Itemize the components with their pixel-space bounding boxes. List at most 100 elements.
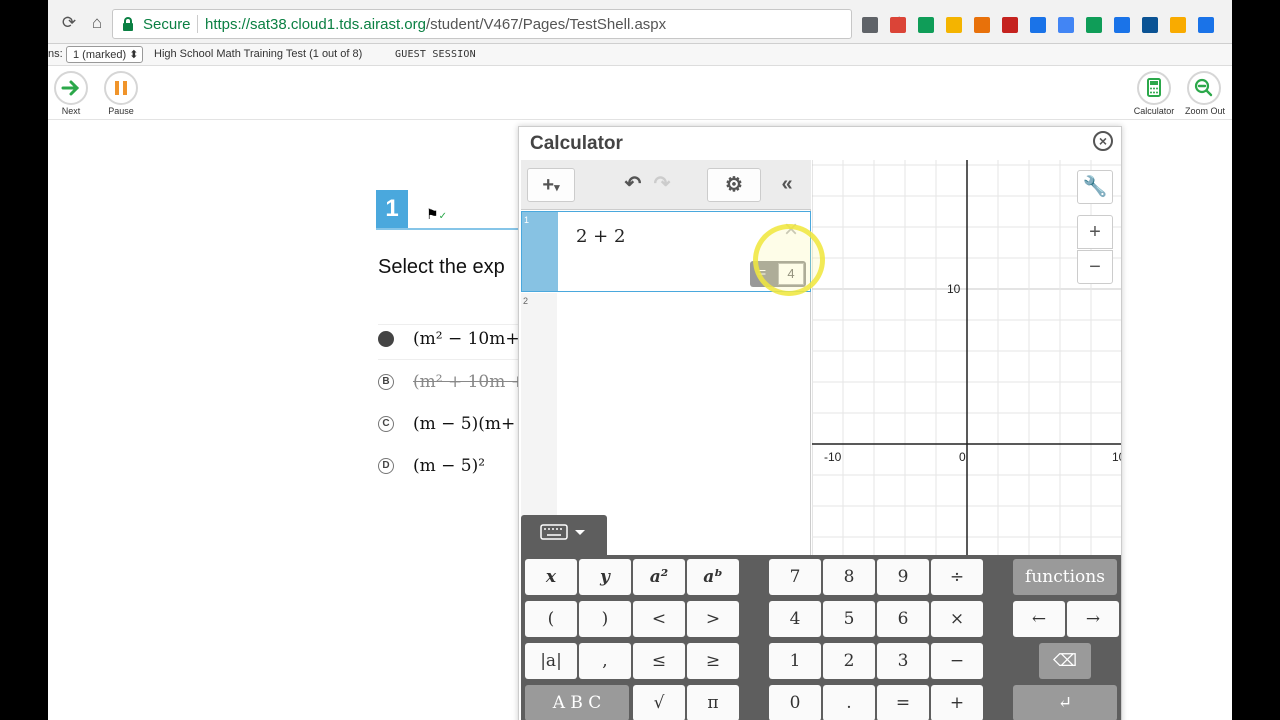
- keyboard-icon: [540, 524, 585, 540]
- option-radio[interactable]: B: [378, 374, 394, 390]
- key[interactable]: A B C: [525, 685, 629, 720]
- url-text: https://sat38.cloud1.tds.airast.org/stud…: [205, 16, 666, 33]
- key[interactable]: 0: [769, 685, 821, 720]
- x-tick-label: -10: [824, 450, 842, 464]
- question-select[interactable]: 1 (marked) ⬍: [66, 46, 143, 63]
- key[interactable]: x: [525, 559, 577, 595]
- hand-extension-icon[interactable]: [946, 17, 962, 33]
- url-path: /student/V467/Pages/TestShell.aspx: [425, 16, 667, 33]
- address-bar[interactable]: Secure https://sat38.cloud1.tds.airast.o…: [112, 9, 907, 39]
- key[interactable]: ←: [1013, 601, 1065, 637]
- key[interactable]: aᵇ: [687, 559, 739, 595]
- key[interactable]: <: [633, 601, 685, 637]
- calculator-button[interactable]: [1137, 71, 1171, 105]
- classroom-extension-icon[interactable]: [918, 17, 934, 33]
- key[interactable]: >: [687, 601, 739, 637]
- key[interactable]: .: [823, 685, 875, 720]
- divider: [48, 119, 1232, 120]
- key[interactable]: ≤: [633, 643, 685, 679]
- key[interactable]: (: [525, 601, 577, 637]
- expression-index: 1: [522, 212, 558, 291]
- key[interactable]: a²: [633, 559, 685, 595]
- calculator-window: Calculator × -1001010 🔧 + − +▾ ↶ ↷ ⚙ « 1…: [518, 126, 1122, 720]
- key[interactable]: 4: [769, 601, 821, 637]
- screen: ⟳ ⌂ Secure https://sat38.cloud1.tds.aira…: [48, 0, 1232, 720]
- key[interactable]: π: [687, 685, 739, 720]
- settings-gear-icon[interactable]: ⚙: [707, 168, 761, 202]
- key[interactable]: functions: [1013, 559, 1117, 595]
- key[interactable]: 5: [823, 601, 875, 637]
- pause-icon: [115, 81, 127, 95]
- key[interactable]: ≥: [687, 643, 739, 679]
- key[interactable]: 2: [823, 643, 875, 679]
- bookmark-extension-icon[interactable]: [1170, 17, 1186, 33]
- key[interactable]: ,: [579, 643, 631, 679]
- test-name: High School Math Training Test (1 out of…: [154, 48, 363, 60]
- key[interactable]: ÷: [931, 559, 983, 595]
- graph-canvas[interactable]: -10 0 10 10: [812, 160, 1121, 555]
- close-icon[interactable]: ×: [1093, 131, 1113, 151]
- box-extension-icon[interactable]: [1030, 17, 1046, 33]
- redo-icon[interactable]: ↷: [647, 168, 677, 202]
- zoom-out-button[interactable]: [1187, 71, 1221, 105]
- cursor-highlight: [753, 224, 825, 296]
- key[interactable]: √: [633, 685, 685, 720]
- key[interactable]: =: [877, 685, 929, 720]
- home-icon[interactable]: ⌂: [88, 14, 106, 32]
- expression-index-2[interactable]: 2: [521, 293, 557, 523]
- x-tick-label: 0: [959, 450, 966, 464]
- zoom-out-graph-button[interactable]: −: [1077, 250, 1113, 284]
- key[interactable]: ×: [931, 601, 983, 637]
- key[interactable]: ⌫: [1039, 643, 1091, 679]
- zoom-in-button[interactable]: +: [1077, 215, 1113, 249]
- question-stem: Select the exp: [378, 256, 505, 278]
- expression-panel: +▾ ↶ ↷ ⚙ « 1 2 + 2 × = 4 2: [521, 160, 811, 555]
- key[interactable]: 9: [877, 559, 929, 595]
- key[interactable]: 3: [877, 643, 929, 679]
- drive-extension-icon[interactable]: [1058, 17, 1074, 33]
- reload-icon[interactable]: ⟳: [60, 14, 78, 32]
- secure-label: Secure: [143, 16, 191, 33]
- browser-chrome: ⟳ ⌂ Secure https://sat38.cloud1.tds.aira…: [48, 0, 1232, 44]
- y-tick-label: 10: [947, 282, 961, 296]
- key[interactable]: y: [579, 559, 631, 595]
- option-radio[interactable]: C: [378, 416, 394, 432]
- expression-toolbar: +▾ ↶ ↷ ⚙ «: [521, 160, 811, 210]
- keyboard-toggle[interactable]: [521, 515, 607, 557]
- screenshot-extension-icon[interactable]: [1198, 17, 1214, 33]
- session-label: GUEST SESSION: [395, 49, 476, 60]
- slides-extension-icon[interactable]: [1114, 17, 1130, 33]
- gmail-extension-icon[interactable]: [890, 17, 906, 33]
- expression-input[interactable]: 2 + 2: [576, 226, 625, 247]
- key[interactable]: 6: [877, 601, 929, 637]
- key[interactable]: 7: [769, 559, 821, 595]
- next-button[interactable]: [54, 71, 88, 105]
- add-item-button[interactable]: +▾: [527, 168, 575, 202]
- option-radio[interactable]: D: [378, 458, 394, 474]
- scissors-extension-icon[interactable]: [1002, 17, 1018, 33]
- evernote-extension-icon[interactable]: [1086, 17, 1102, 33]
- arrow-right-icon: [61, 80, 80, 96]
- test-toolbar: ns: 1 (marked) ⬍ High School Math Traini…: [48, 44, 1232, 66]
- key[interactable]: 1: [769, 643, 821, 679]
- key[interactable]: ): [579, 601, 631, 637]
- collapse-icon[interactable]: «: [769, 168, 805, 202]
- questions-label: ns:: [48, 48, 63, 60]
- option-radio[interactable]: [378, 331, 394, 347]
- key[interactable]: 8: [823, 559, 875, 595]
- pause-button[interactable]: [104, 71, 138, 105]
- flag-icon[interactable]: ⚑✓: [426, 206, 447, 223]
- key[interactable]: |a|: [525, 643, 577, 679]
- key[interactable]: +: [931, 685, 983, 720]
- wrench-icon[interactable]: 🔧: [1077, 170, 1113, 204]
- new-extension-icon[interactable]: [974, 17, 990, 33]
- keep-extension-icon[interactable]: [1142, 17, 1158, 33]
- key[interactable]: ↵: [1013, 685, 1117, 720]
- key[interactable]: −: [931, 643, 983, 679]
- x-tick-label: 10: [1112, 450, 1121, 464]
- cast-extension-icon[interactable]: [862, 17, 878, 33]
- key[interactable]: →: [1067, 601, 1119, 637]
- zoom-out-label: Zoom Out: [1184, 106, 1225, 116]
- graph-area[interactable]: -10 0 10 10: [812, 160, 1121, 555]
- calculator-icon: [1147, 78, 1161, 97]
